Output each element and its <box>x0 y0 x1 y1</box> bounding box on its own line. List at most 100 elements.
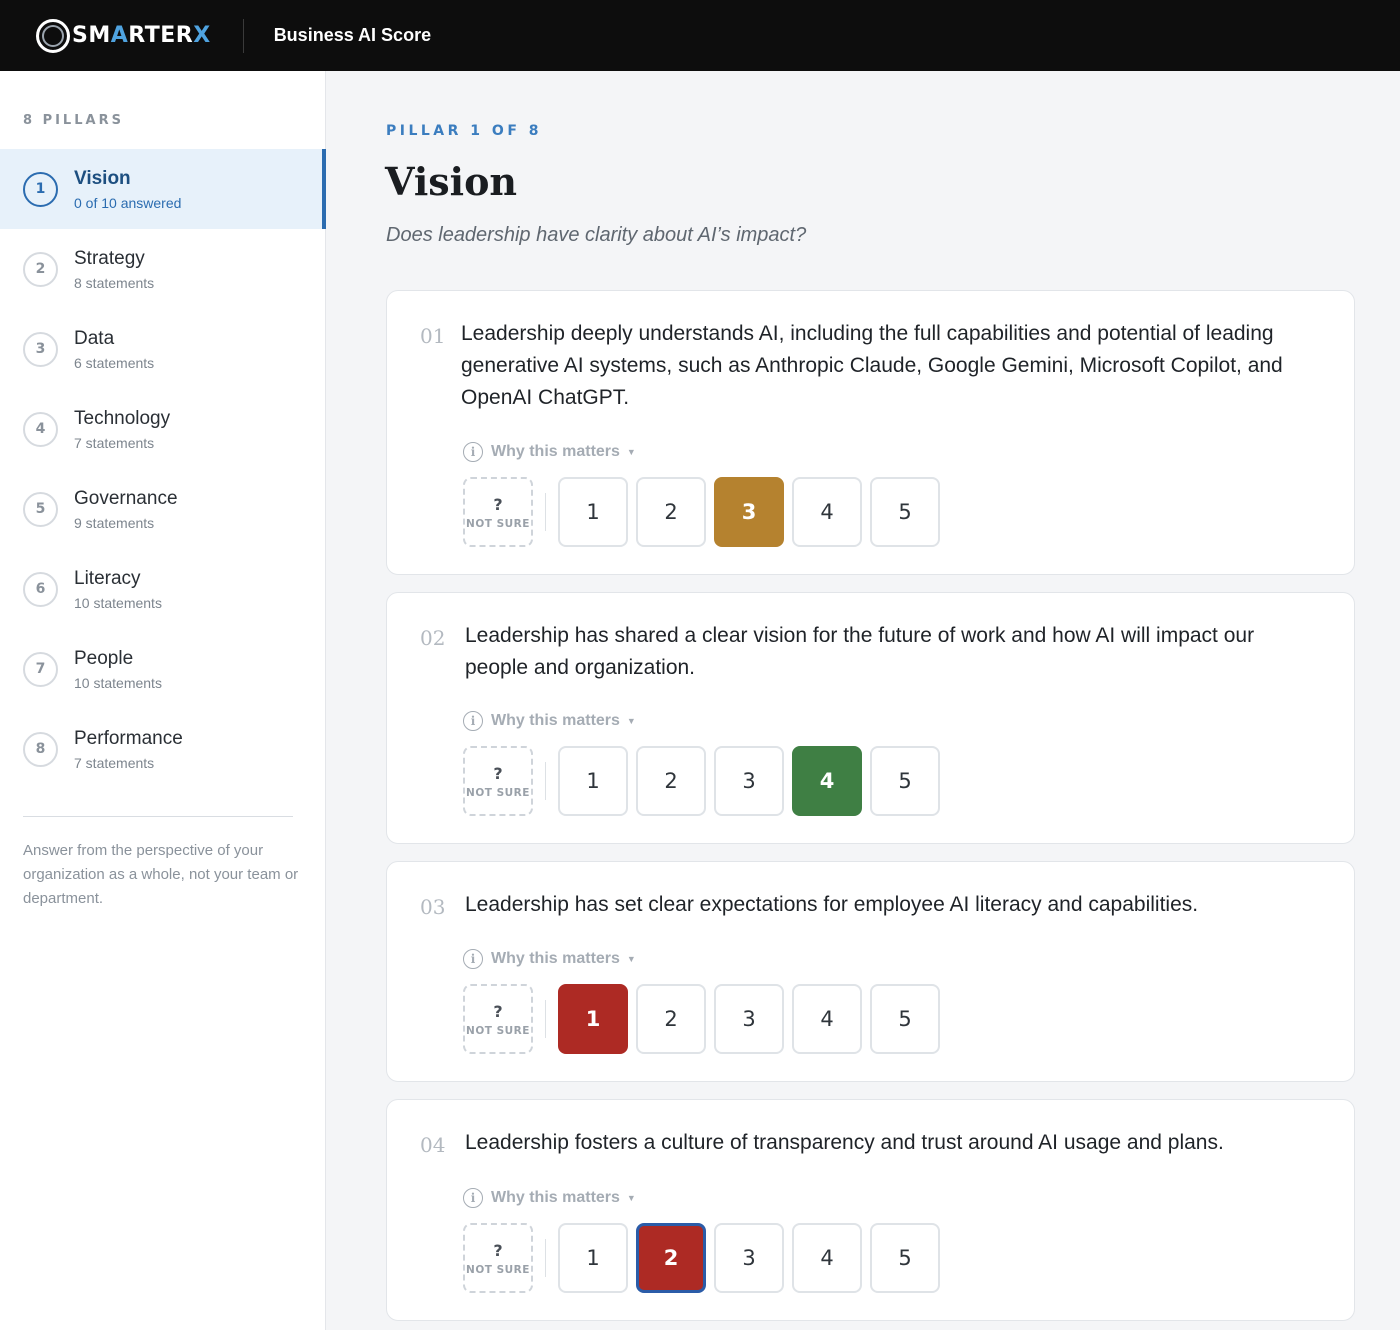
sidebar-item-strategy[interactable]: 2 Strategy 8 statements <box>0 229 326 309</box>
not-sure-button[interactable]: ? NOT SURE <box>463 984 533 1054</box>
why-this-matters-toggle[interactable]: i Why this matters ▼ <box>463 442 636 462</box>
caret-down-icon: ▼ <box>626 447 636 457</box>
why-this-matters-toggle[interactable]: i Why this matters ▼ <box>463 949 636 969</box>
rating-option-1[interactable]: 1 <box>558 477 628 547</box>
not-sure-label: NOT SURE <box>466 786 530 799</box>
question-number: 01 <box>420 324 446 348</box>
info-icon: i <box>463 1188 483 1208</box>
pillar-number: 4 <box>23 411 58 447</box>
why-label: Why this matters <box>491 712 620 729</box>
rating-scale: ? NOT SURE 1 2 3 4 5 <box>463 984 948 1054</box>
not-sure-button[interactable]: ? NOT SURE <box>463 477 533 547</box>
sidebar: 8 PILLARS 1 Vision 0 of 10 answered 2 Str… <box>0 71 326 1330</box>
rating-option-5[interactable]: 5 <box>870 1223 940 1293</box>
page-title: Vision <box>385 159 518 204</box>
rating-option-2[interactable]: 2 <box>636 984 706 1054</box>
rating-option-5[interactable]: 5 <box>870 746 940 816</box>
question-card-4: 04 Leadership fosters a culture of trans… <box>386 1099 1355 1321</box>
why-this-matters-toggle[interactable]: i Why this matters ▼ <box>463 1188 636 1208</box>
page-subtitle: Does leadership have clarity about AI’s … <box>386 224 807 246</box>
why-label: Why this matters <box>491 1189 620 1206</box>
question-text: Leadership has shared a clear vision for… <box>465 624 1255 679</box>
main-content: PILLAR 1 OF 8 Vision Does leadership hav… <box>327 71 1400 1330</box>
question-text: Leadership deeply understands AI, includ… <box>461 322 1283 409</box>
question-mark-icon: ? <box>493 494 503 514</box>
pillar-status: 0 of 10 answered <box>74 194 182 211</box>
question-text: Leadership has set clear expectations fo… <box>465 893 1199 916</box>
question-card-1: 01 Leadership deeply understands AI, inc… <box>386 290 1355 575</box>
pillar-status: 7 statements <box>74 754 155 771</box>
rating-option-3[interactable]: 3 <box>714 746 784 816</box>
rating-option-3[interactable]: 3 <box>714 1223 784 1293</box>
rating-option-3[interactable]: 3 <box>714 477 784 547</box>
why-label: Why this matters <box>491 443 620 460</box>
rating-option-4[interactable]: 4 <box>792 477 862 547</box>
pillar-status: 9 statements <box>74 514 155 531</box>
rating-option-4[interactable]: 4 <box>792 984 862 1054</box>
question-number: 02 <box>420 626 446 650</box>
sidebar-item-people[interactable]: 7 People 10 statements <box>0 629 326 709</box>
pillar-number: 2 <box>23 251 58 287</box>
pillar-status: 7 statements <box>74 434 155 451</box>
logo-ring-icon <box>36 18 70 53</box>
not-sure-label: NOT SURE <box>466 517 530 530</box>
caret-down-icon: ▼ <box>626 954 636 964</box>
question-number: 04 <box>420 1133 446 1157</box>
app-title: Business AI Score <box>273 25 432 45</box>
why-label: Why this matters <box>491 950 620 967</box>
rating-option-4[interactable]: 4 <box>792 746 862 816</box>
rating-option-4[interactable]: 4 <box>792 1223 862 1293</box>
pillar-number: 5 <box>23 491 58 527</box>
question-mark-icon: ? <box>493 1240 503 1260</box>
sidebar-heading: 8 PILLARS <box>23 113 124 128</box>
pillar-number: 1 <box>23 171 58 207</box>
pillar-name: Technology <box>74 407 171 429</box>
caret-down-icon: ▼ <box>626 716 636 726</box>
not-sure-button[interactable]: ? NOT SURE <box>463 746 533 816</box>
pillar-progress-label: PILLAR 1 OF 8 <box>386 123 542 139</box>
rating-option-3[interactable]: 3 <box>714 984 784 1054</box>
rating-scale: ? NOT SURE 1 2 3 4 5 <box>463 746 948 816</box>
rating-scale: ? NOT SURE 1 2 3 4 5 <box>463 1223 948 1293</box>
top-bar: SMARTERX Business AI Score <box>0 0 1400 71</box>
sidebar-item-vision[interactable]: 1 Vision 0 of 10 answered <box>0 149 326 229</box>
sidebar-item-performance[interactable]: 8 Performance 7 statements <box>0 709 326 789</box>
question-card-2: 02 Leadership has shared a clear vision … <box>386 592 1355 844</box>
pillar-name: Data <box>74 327 115 349</box>
not-sure-button[interactable]: ? NOT SURE <box>463 1223 533 1293</box>
not-sure-label: NOT SURE <box>466 1024 530 1037</box>
rating-option-5[interactable]: 5 <box>870 984 940 1054</box>
info-icon: i <box>463 711 483 731</box>
pillar-name: Performance <box>74 727 183 749</box>
pillar-status: 8 statements <box>74 274 155 291</box>
sidebar-item-technology[interactable]: 4 Technology 7 statements <box>0 389 326 469</box>
sidebar-item-governance[interactable]: 5 Governance 9 statements <box>0 469 326 549</box>
question-mark-icon: ? <box>493 1001 503 1021</box>
info-icon: i <box>463 442 483 462</box>
pillar-status: 10 statements <box>74 674 162 691</box>
rating-option-1[interactable]: 1 <box>558 1223 628 1293</box>
pillar-name: Governance <box>74 487 178 509</box>
pillar-name: Strategy <box>74 247 145 269</box>
rating-option-5[interactable]: 5 <box>870 477 940 547</box>
caret-down-icon: ▼ <box>626 1193 636 1203</box>
rating-option-2[interactable]: 2 <box>636 1223 706 1293</box>
scale-divider <box>545 1000 546 1038</box>
sidebar-divider <box>23 816 293 817</box>
pillar-name: Vision <box>74 167 131 189</box>
scale-divider <box>545 493 546 531</box>
scale-divider <box>545 1239 546 1277</box>
sidebar-item-data[interactable]: 3 Data 6 statements <box>0 309 326 389</box>
info-icon: i <box>463 949 483 969</box>
smarterx-logo[interactable]: SMARTERX <box>36 16 211 56</box>
not-sure-label: NOT SURE <box>466 1263 530 1276</box>
rating-option-1[interactable]: 1 <box>558 984 628 1054</box>
rating-option-2[interactable]: 2 <box>636 746 706 816</box>
rating-option-1[interactable]: 1 <box>558 746 628 816</box>
pillar-name: People <box>74 647 134 669</box>
pillar-name: Literacy <box>74 567 141 589</box>
why-this-matters-toggle[interactable]: i Why this matters ▼ <box>463 711 636 731</box>
rating-option-2[interactable]: 2 <box>636 477 706 547</box>
sidebar-item-literacy[interactable]: 6 Literacy 10 statements <box>0 549 326 629</box>
question-mark-icon: ? <box>493 763 503 783</box>
